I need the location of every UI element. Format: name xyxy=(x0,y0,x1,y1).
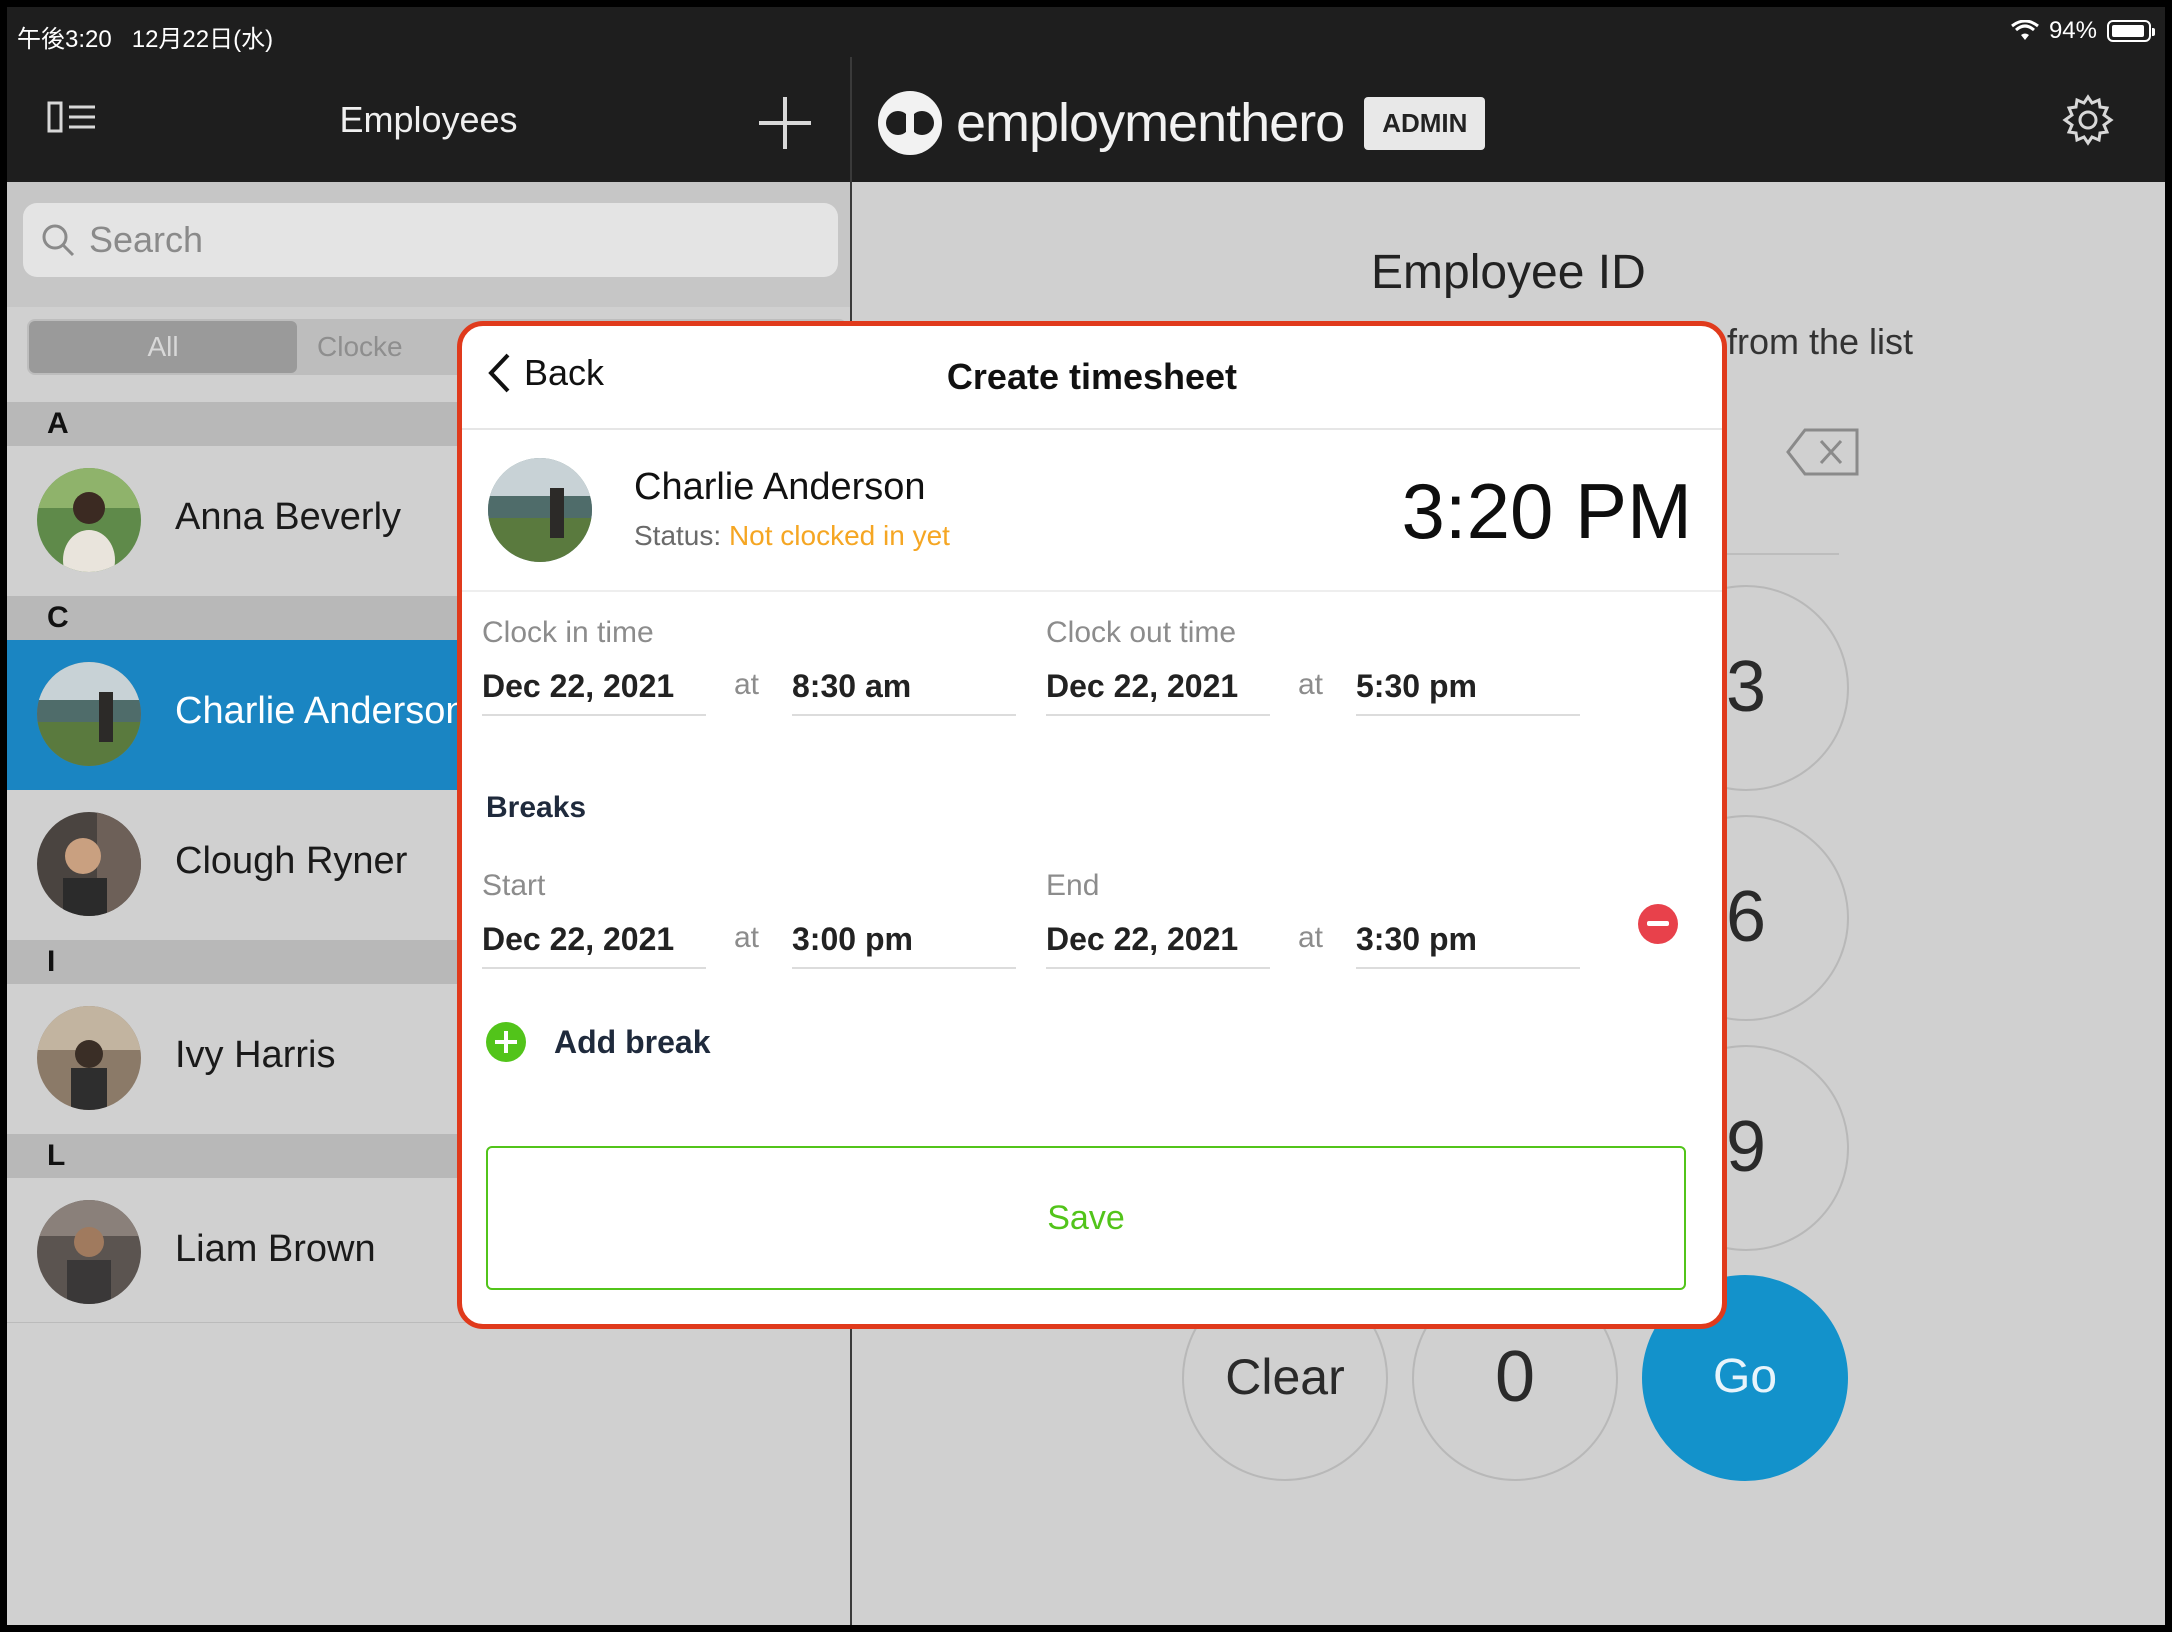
wifi-icon xyxy=(2011,20,2039,40)
avatar xyxy=(37,1200,141,1304)
battery-icon xyxy=(2107,20,2155,42)
employees-title: Employees xyxy=(339,99,518,140)
status-time-date: 午後3:20 12月22日(水) xyxy=(17,19,273,54)
ipad-screen: 午後3:20 12月22日(水) 94% Employees employmen… xyxy=(7,7,2165,1625)
at-label: at xyxy=(1298,921,1324,954)
clock-out-time-underline xyxy=(1356,714,1580,716)
segment-clocked[interactable]: Clocke xyxy=(317,321,403,373)
employee-name: Charlie Anderson xyxy=(175,690,467,732)
add-employee-button[interactable] xyxy=(757,95,813,156)
at-label: at xyxy=(1298,668,1324,701)
break-end-label: End xyxy=(1046,869,1100,902)
brand-name: employmenthero xyxy=(956,93,1345,153)
break-start-time[interactable]: 3:00 pm xyxy=(792,921,913,958)
avatar xyxy=(37,1006,141,1110)
modal-title: Create timesheet xyxy=(946,356,1238,397)
segment-all[interactable]: All xyxy=(29,321,297,373)
avatar xyxy=(37,662,141,766)
keypad-hint: from the list xyxy=(1727,321,1914,362)
clock-in-date-underline xyxy=(482,714,706,716)
save-button[interactable]: Save xyxy=(486,1146,1686,1290)
employee-name: Liam Brown xyxy=(175,1228,376,1270)
avatar xyxy=(37,812,141,916)
settings-button[interactable] xyxy=(2061,93,2115,152)
status-right: 94% xyxy=(2011,17,2155,45)
clock-in-time-underline xyxy=(792,714,1016,716)
employee-status: Status: Not clocked in yet xyxy=(634,520,950,552)
breaks-heading: Breaks xyxy=(486,791,587,824)
search-placeholder: Search xyxy=(89,219,204,260)
add-circle-icon xyxy=(486,1022,526,1062)
break-start-date[interactable]: Dec 22, 2021 xyxy=(482,921,674,958)
break-end-time-underline xyxy=(1356,967,1580,969)
remove-break-icon[interactable] xyxy=(1638,904,1678,944)
plus-icon xyxy=(759,97,811,149)
employee-name: Ivy Harris xyxy=(175,1034,336,1076)
clock-in-date[interactable]: Dec 22, 2021 xyxy=(482,668,674,705)
employmenthero-logo-icon xyxy=(878,91,942,155)
clock-in-label: Clock in time xyxy=(482,616,654,649)
clock-in-time[interactable]: 8:30 am xyxy=(792,668,911,705)
break-end-date[interactable]: Dec 22, 2021 xyxy=(1046,921,1238,958)
clock-out-date-underline xyxy=(1046,714,1270,716)
avatar xyxy=(488,458,592,562)
employee-summary: Charlie Anderson Status: Not clocked in … xyxy=(462,430,1722,592)
break-start-label: Start xyxy=(482,869,546,902)
modal-header: Back Create timesheet xyxy=(462,326,1722,430)
status-label: Status: xyxy=(634,520,722,551)
gear-icon xyxy=(2062,94,2114,146)
status-value: Not clocked in yet xyxy=(728,520,950,551)
backspace-icon xyxy=(1786,428,1859,476)
clock-out-date[interactable]: Dec 22, 2021 xyxy=(1046,668,1238,705)
id-input-underline xyxy=(1727,553,1839,555)
status-date: 12月22日(水) xyxy=(131,26,274,53)
employee-id-title: Employee ID xyxy=(1371,246,1646,299)
break-start-time-underline xyxy=(792,967,1016,969)
create-timesheet-modal: Back Create timesheet Charlie Anderson S… xyxy=(457,321,1727,1329)
at-label: at xyxy=(734,921,760,954)
add-break-button[interactable]: Add break xyxy=(486,1022,710,1062)
search-area: Search xyxy=(7,182,850,307)
employees-header: Employees xyxy=(7,57,850,182)
add-break-label: Add break xyxy=(554,1023,711,1060)
battery-percent: 94% xyxy=(2048,17,2097,44)
status-bar: 午後3:20 12月22日(水) 94% xyxy=(7,7,2165,57)
employee-name: Anna Beverly xyxy=(175,496,402,538)
backspace-button[interactable] xyxy=(1785,427,1861,482)
clock-out-time[interactable]: 5:30 pm xyxy=(1356,668,1477,705)
employee-name: Clough Ryner xyxy=(175,840,408,882)
status-time: 午後3:20 xyxy=(17,26,112,53)
admin-badge: ADMIN xyxy=(1364,96,1486,150)
search-input[interactable]: Search xyxy=(23,203,838,277)
avatar xyxy=(37,468,141,572)
break-end-time[interactable]: 3:30 pm xyxy=(1356,921,1477,958)
app-header: employmenthero ADMIN xyxy=(852,57,2165,182)
current-time: 3:20 PM xyxy=(1401,467,1692,555)
clock-out-label: Clock out time xyxy=(1046,616,1237,649)
break-start-date-underline xyxy=(482,967,706,969)
at-label: at xyxy=(734,668,760,701)
break-end-date-underline xyxy=(1046,967,1270,969)
employee-name: Charlie Anderson xyxy=(634,466,926,508)
search-icon xyxy=(42,224,75,257)
brand-logo: employmenthero ADMIN xyxy=(874,87,1486,159)
